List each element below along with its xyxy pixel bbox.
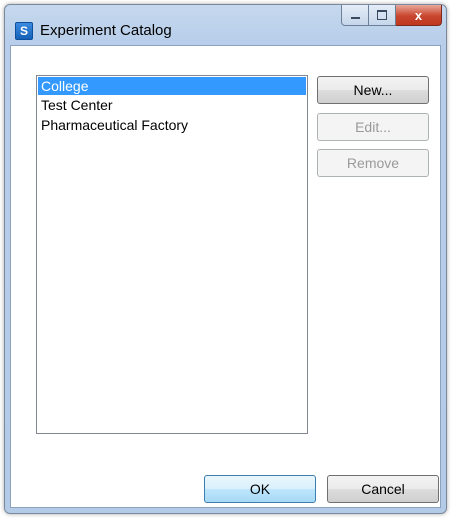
title-bar[interactable]: S Experiment Catalog x [5,5,446,40]
new-button[interactable]: New... [317,76,429,104]
experiment-catalog-dialog: S Experiment Catalog x College Test Cent… [4,4,447,514]
catalog-list[interactable]: College Test Center Pharmaceutical Facto… [36,75,308,434]
ok-button[interactable]: OK [204,475,316,503]
close-icon: x [414,7,423,23]
close-button[interactable]: x [396,5,442,26]
list-item-college[interactable]: College [38,77,306,95]
maximize-button[interactable] [369,5,396,26]
minimize-button[interactable] [341,5,369,26]
maximize-icon [377,10,387,20]
cancel-button[interactable]: Cancel [327,475,439,503]
edit-button[interactable]: Edit... [317,113,429,141]
dialog-client-area: College Test Center Pharmaceutical Facto… [10,45,441,508]
app-icon: S [15,22,33,40]
remove-button[interactable]: Remove [317,149,429,177]
list-item-pharmaceutical-factory[interactable]: Pharmaceutical Factory [37,115,307,135]
caption-buttons: x [341,5,442,27]
window-title: Experiment Catalog [40,22,172,39]
minimize-icon [350,16,360,19]
list-item-test-center[interactable]: Test Center [37,95,307,115]
